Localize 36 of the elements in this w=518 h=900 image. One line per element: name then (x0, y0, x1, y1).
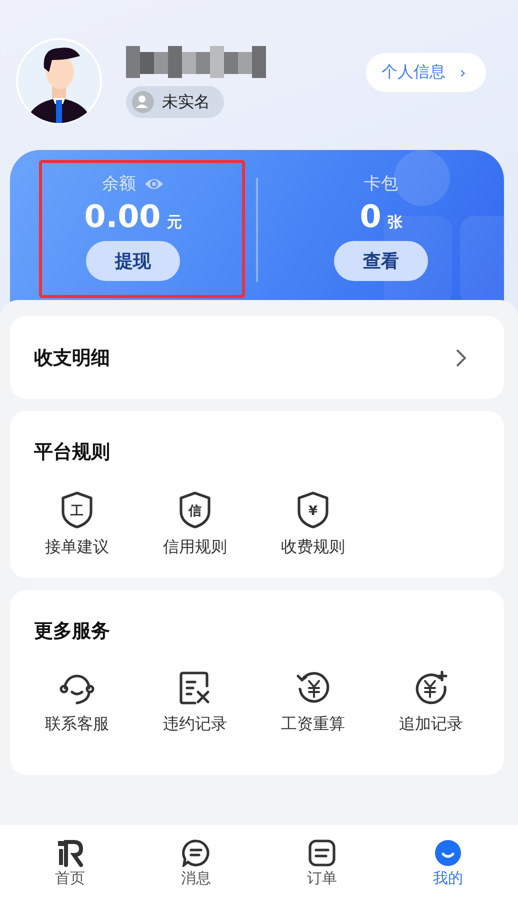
menu-item[interactable]: 收费规则 (281, 537, 345, 558)
menu-item[interactable]: 信用规则 (163, 537, 227, 558)
tab[interactable]: 订单 (292, 839, 352, 900)
view-button[interactable]: 查看 (334, 241, 428, 281)
profile-info-button[interactable]: 个人信息 › (366, 52, 486, 92)
menu-item[interactable]: 追加记录 (399, 714, 463, 735)
user-icon (132, 91, 154, 113)
statement-row[interactable]: 收支明细 (10, 316, 504, 399)
document-icon (308, 839, 336, 867)
tab[interactable]: 我的 (418, 839, 478, 900)
balance-label: 余额 (102, 173, 136, 195)
shield-icon: 信 (178, 491, 212, 529)
yen-plus-icon (413, 670, 449, 706)
shield-icon: 工 (60, 491, 94, 529)
logo-icon (57, 839, 83, 867)
card-wallet-label: 卡包 (364, 173, 398, 195)
section-title: 平台规则 (34, 440, 110, 465)
menu-item[interactable]: 违约记录 (163, 714, 227, 735)
tab[interactable]: 首页 (40, 839, 100, 900)
withdraw-button[interactable]: 提现 (86, 241, 180, 281)
unit-text: 元 (166, 213, 182, 232)
verification-badge: 未实名 (126, 86, 224, 118)
yen-refresh-icon (295, 670, 331, 706)
menu-item[interactable]: 联系客服 (45, 714, 109, 735)
tab[interactable]: 消息 (166, 839, 226, 900)
amount-text: 0 (360, 199, 382, 235)
menu-item[interactable]: 接单建议 (45, 537, 109, 558)
amount-text: 0.00 (84, 199, 161, 235)
smile-icon (434, 839, 462, 867)
eye-icon (144, 176, 164, 190)
menu-item[interactable]: 工资重算 (281, 714, 345, 735)
chat-icon (182, 839, 210, 867)
unit-text: 张 (387, 213, 402, 232)
chevron-right-icon (456, 348, 466, 366)
shield-icon: ¥ (296, 491, 330, 529)
section-title: 更多服务 (34, 619, 110, 644)
